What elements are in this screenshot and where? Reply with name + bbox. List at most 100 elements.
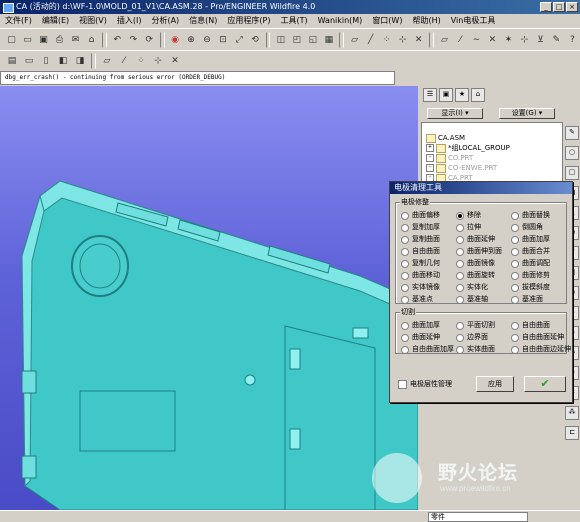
- point-create-icon[interactable]: ✶: [501, 32, 516, 48]
- radio-button[interactable]: [456, 223, 464, 232]
- csys-create-icon[interactable]: ⊹: [517, 32, 532, 48]
- datum-point-icon[interactable]: ⁘: [379, 32, 394, 48]
- radio-button[interactable]: [511, 321, 519, 330]
- axis-create-icon[interactable]: ✕: [485, 32, 500, 48]
- axis-display-icon[interactable]: ⁄: [116, 53, 132, 69]
- minimize-button[interactable]: _: [540, 2, 552, 12]
- datum-plane-icon[interactable]: ▱: [347, 32, 362, 48]
- settings-dropdown[interactable]: 设置(G) ▾: [499, 108, 555, 119]
- menu-info[interactable]: 信息(N): [184, 14, 222, 27]
- cut-option[interactable]: 边界面: [456, 333, 511, 342]
- radio-button[interactable]: [401, 271, 409, 280]
- display-style-icon[interactable]: ◨: [72, 53, 88, 69]
- cut-option[interactable]: 自由曲面延伸: [511, 333, 564, 342]
- expand-icon[interactable]: +: [426, 154, 434, 162]
- trim-option[interactable]: 曲面替换: [511, 211, 563, 220]
- menu-edit[interactable]: 编辑(E): [37, 14, 74, 27]
- radio-button[interactable]: [401, 295, 409, 304]
- ok-button[interactable]: ✔: [524, 376, 566, 392]
- color-wheel-icon[interactable]: ◉: [168, 32, 183, 48]
- print-icon[interactable]: ⎙: [52, 32, 67, 48]
- radio-button[interactable]: [456, 283, 464, 292]
- radio-button[interactable]: [456, 295, 464, 304]
- no-hidden-icon[interactable]: ◱: [305, 32, 320, 48]
- trim-option[interactable]: 基准点: [401, 295, 456, 304]
- menu-insert[interactable]: 插入(I): [112, 14, 147, 27]
- trim-option[interactable]: 实体化: [456, 283, 511, 292]
- trim-option[interactable]: 倒圆角: [511, 223, 563, 232]
- trim-option[interactable]: 曲面旋转: [456, 271, 511, 280]
- radio-button[interactable]: [511, 259, 519, 268]
- radio-button[interactable]: [511, 271, 519, 280]
- radio-button[interactable]: [401, 259, 409, 268]
- filter-dropdown[interactable]: 零件: [428, 512, 528, 522]
- connections-tab-icon[interactable]: ⌂: [471, 88, 485, 102]
- zoom-window-icon[interactable]: ⊡: [216, 32, 231, 48]
- folder-browser-tab-icon[interactable]: ▣: [439, 88, 453, 102]
- cut-option[interactable]: 实体曲面: [456, 345, 511, 354]
- wireframe-icon[interactable]: ◫: [273, 32, 288, 48]
- radio-button[interactable]: [401, 223, 409, 232]
- curve-icon[interactable]: ∼: [469, 32, 484, 48]
- trim-option[interactable]: 移除: [456, 211, 511, 220]
- model-3d-view[interactable]: [0, 86, 418, 510]
- cut-option[interactable]: 曲面加厚: [401, 321, 456, 330]
- apply-button[interactable]: 应用: [476, 376, 514, 392]
- appearance-icon[interactable]: ◧: [55, 53, 71, 69]
- radio-button[interactable]: [401, 333, 409, 342]
- zoom-in-icon[interactable]: ⊕: [184, 32, 199, 48]
- radio-button[interactable]: [511, 333, 519, 342]
- radio-button[interactable]: [401, 283, 409, 292]
- cut-option[interactable]: 曲面延伸: [401, 333, 456, 342]
- trim-option[interactable]: 拔模斜度: [511, 283, 563, 292]
- trim-option[interactable]: 曲面伸到面: [456, 247, 511, 256]
- trim-option[interactable]: 曲面移动: [401, 271, 456, 280]
- analysis-icon[interactable]: ⊻: [533, 32, 548, 48]
- save-icon[interactable]: ▣: [36, 32, 51, 48]
- orient-icon[interactable]: ⟲: [248, 32, 263, 48]
- radio-button[interactable]: [456, 345, 464, 354]
- radio-button[interactable]: [401, 211, 409, 220]
- radio-button[interactable]: [401, 321, 409, 330]
- regenerate-icon[interactable]: ⟳: [142, 32, 157, 48]
- trim-option[interactable]: 基准面: [511, 295, 563, 304]
- trim-option[interactable]: 复制几何: [401, 259, 456, 268]
- radio-button[interactable]: [456, 235, 464, 244]
- refit-icon[interactable]: ⤢: [232, 32, 247, 48]
- email-icon[interactable]: ✉: [68, 32, 83, 48]
- sketch-plane-icon[interactable]: ▱: [437, 32, 452, 48]
- menu-applications[interactable]: 应用程序(P): [222, 14, 275, 27]
- trim-option[interactable]: 拉伸: [456, 223, 511, 232]
- folder-icon[interactable]: ⌂: [84, 32, 99, 48]
- tree-item-root[interactable]: CA.ASM: [426, 133, 558, 143]
- spin-display-icon[interactable]: ✕: [167, 53, 183, 69]
- trim-option[interactable]: 曲面镜像: [456, 259, 511, 268]
- trim-option[interactable]: 复制曲面: [401, 235, 456, 244]
- radio-button[interactable]: [511, 211, 519, 220]
- menu-manikin[interactable]: Wanikin(M): [313, 14, 368, 27]
- sketch-tool-icon[interactable]: ✎: [565, 126, 579, 140]
- menu-view[interactable]: 视图(V): [74, 14, 112, 27]
- checkbox-box[interactable]: [398, 380, 407, 389]
- radio-button[interactable]: [456, 211, 464, 220]
- saved-view-icon[interactable]: ▯: [38, 53, 54, 69]
- note-icon[interactable]: ✎: [549, 32, 564, 48]
- radio-button[interactable]: [456, 321, 464, 330]
- radio-button[interactable]: [401, 247, 409, 256]
- tree-item[interactable]: + CO-ENWE.PRT: [426, 163, 558, 173]
- radio-button[interactable]: [511, 345, 519, 354]
- shell-tool-icon[interactable]: ▢: [565, 166, 579, 180]
- spin-center-icon[interactable]: ✕: [411, 32, 426, 48]
- csys-display-icon[interactable]: ⊹: [150, 53, 166, 69]
- trim-option[interactable]: 曲面延伸: [456, 235, 511, 244]
- favorites-tab-icon[interactable]: ★: [455, 88, 469, 102]
- offset-tool-icon[interactable]: ⊏: [565, 426, 579, 440]
- menu-file[interactable]: 文件(F): [0, 14, 37, 27]
- trim-option[interactable]: 曲面修剪: [511, 271, 563, 280]
- menu-electrode-tools[interactable]: Vin电极工具: [446, 14, 501, 27]
- expand-icon[interactable]: +: [426, 164, 434, 172]
- open-file-icon[interactable]: ▭: [20, 32, 35, 48]
- radio-button[interactable]: [456, 333, 464, 342]
- maximize-button[interactable]: □: [553, 2, 565, 12]
- radio-button[interactable]: [511, 235, 519, 244]
